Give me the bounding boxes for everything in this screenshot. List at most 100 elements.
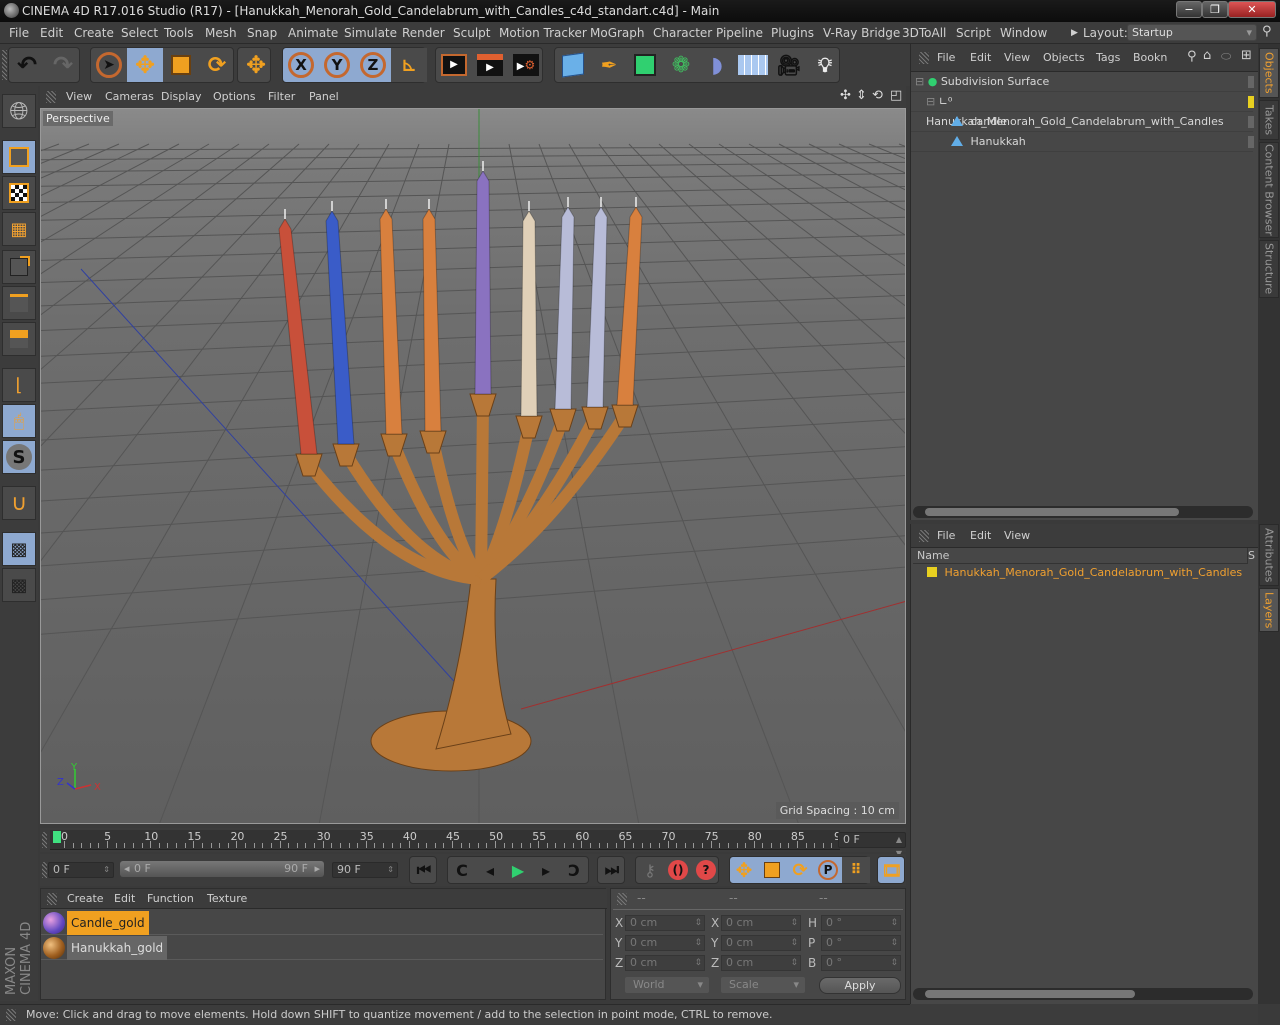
objects-menu-objects[interactable]: Objects (1043, 51, 1085, 64)
visibility-toggle[interactable] (1248, 76, 1254, 88)
workplane-lock-button[interactable]: ▩ (2, 532, 36, 566)
live-selection-button[interactable]: ➤ (91, 48, 127, 82)
layers-menu-view[interactable]: View (1004, 529, 1030, 542)
light-button[interactable]: 💡︎ (807, 48, 843, 82)
menu-snap[interactable]: Snap (247, 26, 277, 40)
render-view-button[interactable]: ▶ (436, 48, 472, 82)
objects-menu-edit[interactable]: Edit (970, 51, 991, 64)
eye-icon[interactable]: ⬭ (1221, 49, 1231, 64)
menu-plugins[interactable]: Plugins (771, 26, 814, 40)
start-frame-field[interactable]: 0 F ⇕ (48, 862, 114, 878)
tree-collapse-icon[interactable]: ⊟ (926, 95, 935, 108)
key-pla-button[interactable]: ⠿ (842, 857, 870, 883)
recent-move-button[interactable]: ✥ (238, 48, 274, 82)
rot-b-field[interactable]: 0 ° (821, 955, 901, 971)
rot-h-field[interactable]: 0 ° (821, 915, 901, 931)
tab-takes[interactable]: Takes (1259, 100, 1279, 140)
material-preview-hanukkah[interactable] (43, 937, 65, 959)
tree-collapse-icon[interactable]: ⊟ (915, 75, 924, 88)
menu-sculpt[interactable]: Sculpt (453, 26, 490, 40)
next-key-button[interactable]: Ↄ (560, 857, 588, 883)
snap-button[interactable]: S (2, 440, 36, 474)
object-row-hanukkah[interactable]: Hanukkah (911, 132, 1253, 152)
playhead[interactable] (53, 831, 61, 843)
render-picture-viewer-button[interactable]: ▶ (472, 48, 508, 82)
end-frame-field[interactable]: 90 F ⇕ (332, 862, 398, 878)
z-axis-button[interactable]: Z (355, 48, 391, 82)
goto-start-button[interactable]: ⏮︎ (410, 857, 438, 883)
render-settings-button[interactable]: ▶⚙ (508, 48, 544, 82)
size-x-field[interactable]: 0 cm (721, 915, 801, 931)
subdivision-surface-button[interactable] (627, 48, 663, 82)
edges-mode-button[interactable] (2, 286, 36, 320)
prev-key-button[interactable]: C (448, 857, 476, 883)
autokey-button[interactable]: () (664, 857, 692, 883)
viewport-menu-display[interactable]: Display (161, 90, 202, 103)
y-axis-button[interactable]: Y (319, 48, 355, 82)
key-parameter-button[interactable]: P (814, 857, 842, 883)
restore-button[interactable]: ❐ (1202, 1, 1228, 18)
pos-z-field[interactable]: 0 cm (625, 955, 705, 971)
menu-vray-bridge[interactable]: V-Ray Bridge (823, 26, 900, 40)
prev-frame-button[interactable]: ◂ (476, 857, 504, 883)
workplane-align-button[interactable]: ▩ (2, 568, 36, 602)
layers-menu-file[interactable]: File (937, 529, 955, 542)
texture-mode-button[interactable] (2, 176, 36, 210)
panel-grip[interactable] (6, 1009, 16, 1021)
apply-button[interactable]: Apply (819, 977, 901, 994)
workplane-mode-button[interactable]: ▦ (2, 212, 36, 246)
scrollbar-thumb[interactable] (925, 990, 1135, 998)
tweak-mode-button[interactable]: 🖱︎ (2, 404, 36, 438)
move-tool-button[interactable]: ✥ (127, 48, 163, 82)
layers-horizontal-scrollbar[interactable] (913, 988, 1253, 1000)
rotate-view-icon[interactable]: ⟲ (872, 88, 883, 103)
polygons-mode-button[interactable] (2, 322, 36, 356)
menu-pipeline[interactable]: Pipeline (716, 26, 763, 40)
next-frame-button[interactable]: ▸ (532, 857, 560, 883)
object-row-subdivision-surface[interactable]: ⊟ ● Subdivision Surface (911, 72, 1253, 92)
objects-horizontal-scrollbar[interactable] (913, 506, 1253, 518)
menu-motion-tracker[interactable]: Motion Tracker (499, 26, 587, 40)
coordinate-space-dropdown[interactable]: World (625, 977, 709, 993)
cloner-button[interactable]: ❁ (663, 48, 699, 82)
x-axis-button[interactable]: X (283, 48, 319, 82)
size-mode-dropdown[interactable]: Scale (721, 977, 805, 993)
menu-render[interactable]: Render (402, 26, 445, 40)
panel-grip[interactable] (47, 893, 57, 905)
panel-grip[interactable] (46, 91, 56, 103)
viewport-menu-panel[interactable]: Panel (309, 90, 339, 103)
menu-mesh[interactable]: Mesh (205, 26, 237, 40)
camera-label[interactable]: Perspective (43, 111, 113, 126)
spinner-icon[interactable]: ⇕ (387, 863, 394, 877)
panel-grip[interactable] (42, 832, 47, 848)
tab-content-browser[interactable]: Content Browser (1259, 142, 1279, 238)
material-name[interactable]: Hanukkah_gold (67, 936, 168, 960)
new-window-icon[interactable]: ⊞ (1241, 48, 1252, 63)
column-header-s[interactable]: S (1247, 548, 1257, 564)
tab-layers[interactable]: Layers (1259, 588, 1279, 632)
panel-grip[interactable] (617, 893, 627, 905)
menu-create[interactable]: Create (74, 26, 114, 40)
keyframe-selection-button[interactable]: ? (692, 857, 720, 883)
tab-objects[interactable]: Objects (1259, 48, 1279, 98)
menu-window[interactable]: Window (1000, 26, 1047, 40)
panel-grip[interactable] (919, 52, 929, 64)
menu-file[interactable]: File (9, 26, 29, 40)
size-z-field[interactable]: 0 cm (721, 955, 801, 971)
close-button[interactable]: ✕ (1228, 1, 1276, 18)
model-mode-button[interactable] (2, 140, 36, 174)
material-menu-function[interactable]: Function (147, 892, 194, 905)
material-name[interactable]: Candle_gold (67, 911, 149, 935)
layers-menu-edit[interactable]: Edit (970, 529, 991, 542)
pan-view-icon[interactable]: ✣ (840, 88, 851, 103)
key-scale-button[interactable] (758, 857, 786, 883)
size-y-field[interactable]: 0 cm (721, 935, 801, 951)
3d-viewport[interactable]: Y X Z Perspective Grid Spacing : 10 cm (40, 108, 906, 824)
menu-tools[interactable]: Tools (164, 26, 194, 40)
pos-x-field[interactable]: 0 cm (625, 915, 705, 931)
material-preview-candle[interactable] (43, 912, 65, 934)
menu-script[interactable]: Script (956, 26, 991, 40)
menu-character[interactable]: Character (653, 26, 712, 40)
panel-grip[interactable] (919, 530, 929, 542)
axis-mode-button[interactable]: ⌊ (2, 368, 36, 402)
